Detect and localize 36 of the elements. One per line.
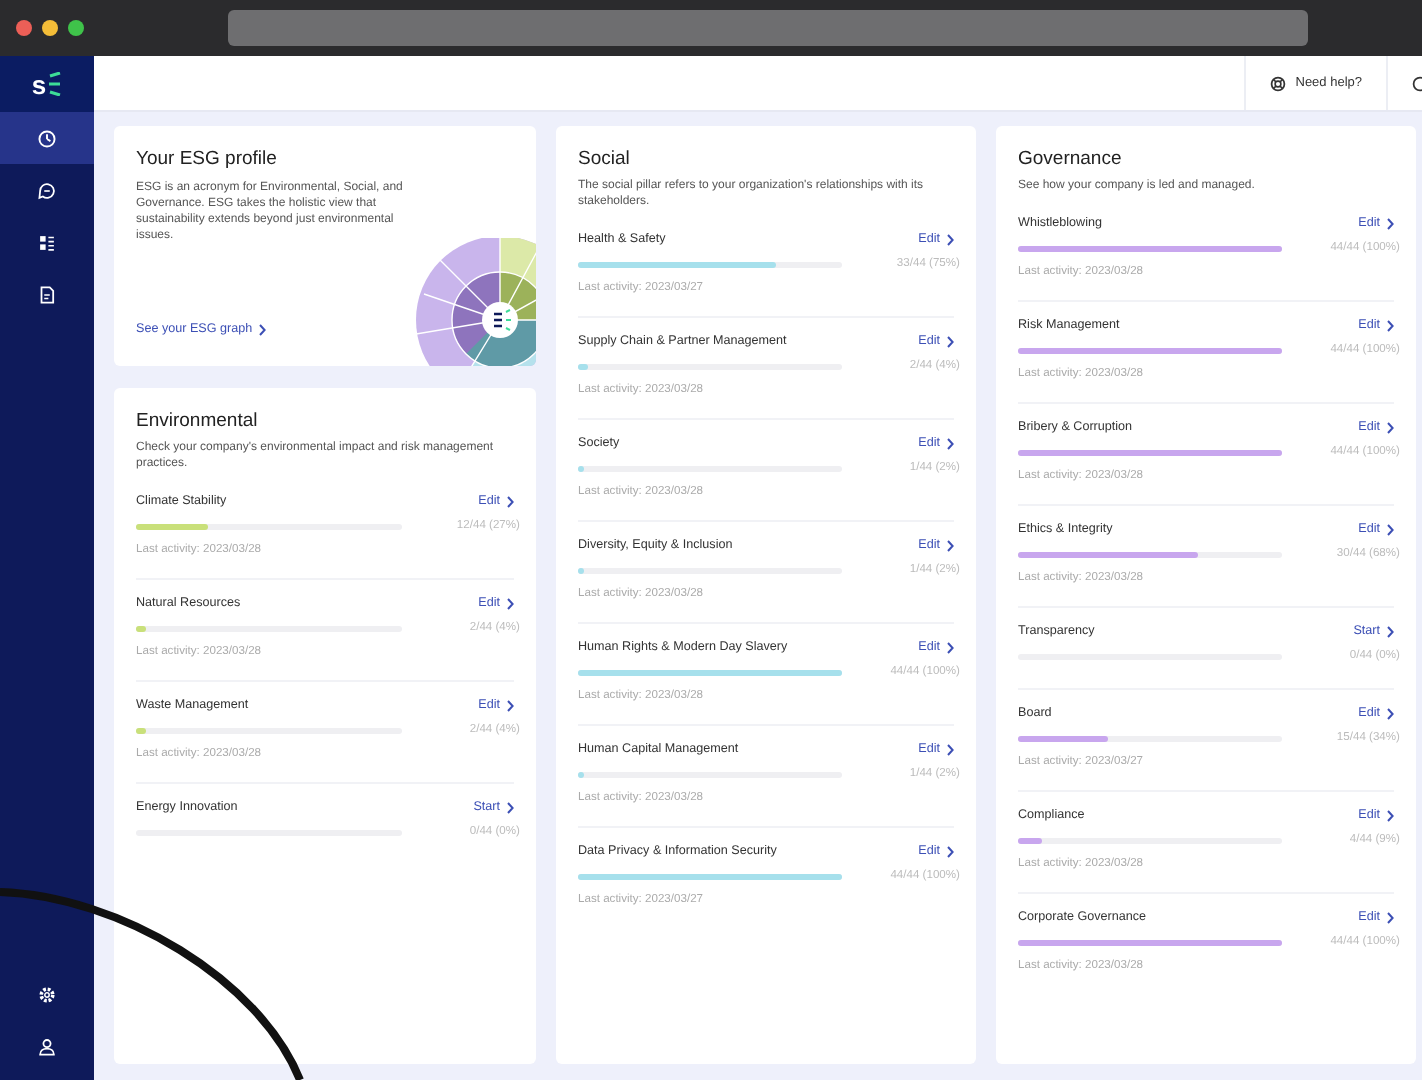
logo-mark-icon bbox=[48, 72, 63, 96]
chevron-icon bbox=[506, 598, 514, 610]
chevron-icon bbox=[946, 438, 954, 450]
chat-icon bbox=[36, 179, 58, 201]
chevron-icon bbox=[946, 234, 954, 246]
chevron-icon bbox=[1386, 810, 1394, 822]
chevron-icon bbox=[258, 323, 267, 335]
chevron-icon bbox=[506, 802, 514, 814]
chevron-icon bbox=[946, 642, 954, 654]
chevron-icon bbox=[946, 846, 954, 858]
card-title: Environmental bbox=[136, 410, 260, 432]
chevron-icon bbox=[506, 700, 514, 712]
document-icon bbox=[36, 283, 58, 305]
grid-icon bbox=[36, 231, 58, 253]
maximize-window-button[interactable] bbox=[68, 20, 84, 36]
chevron-icon bbox=[506, 496, 514, 508]
chevron-icon bbox=[1386, 422, 1394, 434]
card-title: Your ESG profile bbox=[136, 148, 279, 170]
chevron-icon bbox=[1386, 218, 1394, 230]
nav-item[interactable] bbox=[0, 112, 94, 164]
card-title: Social bbox=[578, 148, 632, 170]
chevron-icon bbox=[1386, 912, 1394, 924]
chevron-icon bbox=[1386, 320, 1394, 332]
settings-icon bbox=[36, 983, 58, 1005]
chevron-icon bbox=[1386, 524, 1394, 536]
close-window-button[interactable] bbox=[16, 20, 32, 36]
minimize-window-button[interactable] bbox=[42, 20, 58, 36]
lifebuoy-icon bbox=[1269, 75, 1286, 91]
logo-text: s bbox=[31, 71, 47, 97]
chevron-icon bbox=[946, 540, 954, 552]
user-icon bbox=[36, 1035, 58, 1057]
chevron-icon bbox=[946, 336, 954, 348]
card-title: Governance bbox=[1018, 148, 1124, 170]
chevron-icon bbox=[946, 744, 954, 756]
chevron-icon bbox=[1386, 626, 1394, 638]
chevron-icon bbox=[1386, 708, 1394, 720]
